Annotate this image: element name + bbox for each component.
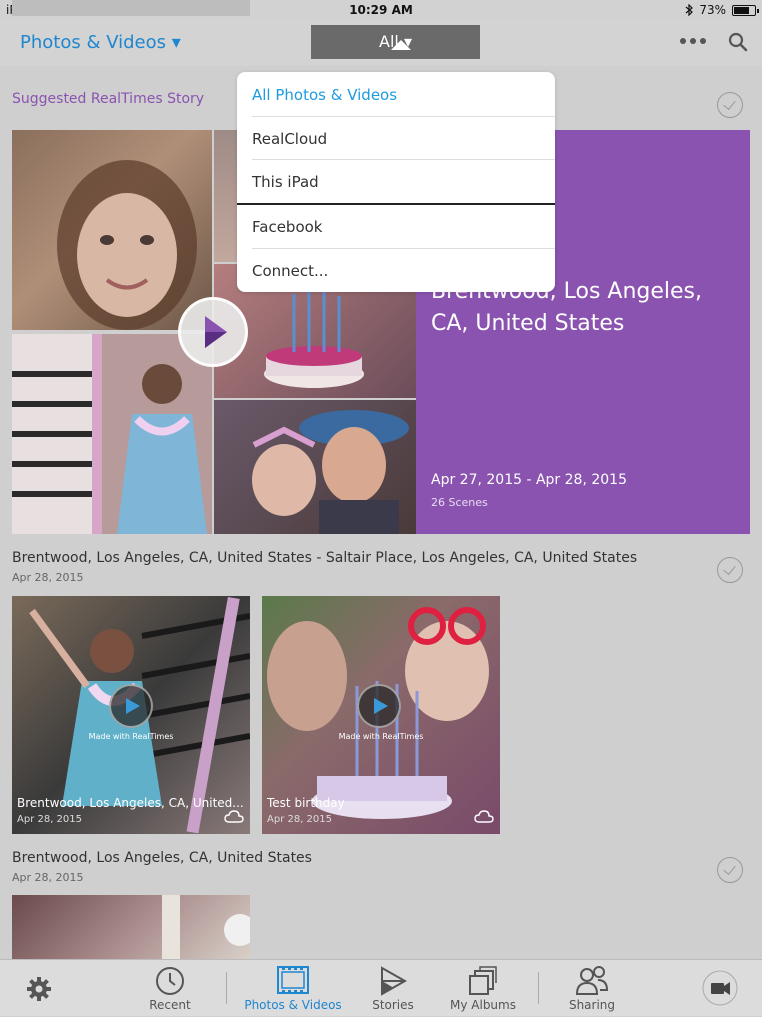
- stories-icon: [381, 966, 407, 996]
- tile-date: Apr 28, 2015: [17, 814, 83, 825]
- more-icon[interactable]: [680, 38, 706, 44]
- photo-tile[interactable]: [12, 895, 250, 959]
- tab-label: Stories: [372, 998, 414, 1012]
- partial-thumbnail: [12, 0, 250, 16]
- nav-title-button[interactable]: Photos & Videos ▾: [20, 32, 181, 53]
- tab-stories[interactable]: Stories: [358, 960, 428, 1017]
- tab-photos-videos[interactable]: Photos & Videos: [240, 960, 346, 1017]
- settings-tab[interactable]: [14, 960, 64, 1017]
- cloud-icon: [224, 810, 244, 823]
- dropdown-item-this-ipad[interactable]: This iPad: [252, 160, 555, 204]
- cloud-icon: [474, 810, 494, 823]
- dropdown-item-connect[interactable]: Connect...: [252, 249, 555, 293]
- battery-percent: 73%: [699, 3, 726, 17]
- dropdown-item-facebook[interactable]: Facebook: [252, 205, 555, 249]
- tab-label: Photos & Videos: [244, 998, 342, 1012]
- story-photo: [214, 400, 416, 534]
- video-tile[interactable]: Made with RealTimes Test birthday Apr 28…: [262, 596, 500, 834]
- video-tile[interactable]: Made with RealTimes Brentwood, Los Angel…: [12, 596, 250, 834]
- made-with-badge: Made with RealTimes: [88, 732, 174, 741]
- film-icon: [277, 966, 309, 994]
- clock-icon: [156, 967, 184, 995]
- tab-bar: Recent Photos & Videos Stories My Albums: [0, 959, 762, 1016]
- story-date-range: Apr 27, 2015 - Apr 28, 2015: [431, 472, 627, 488]
- bluetooth-icon: [685, 4, 694, 16]
- select-check-icon[interactable]: [717, 557, 743, 583]
- tab-recent[interactable]: Recent: [130, 960, 210, 1017]
- tile-play-button[interactable]: [109, 684, 153, 728]
- gear-icon: [27, 977, 51, 1001]
- source-dropdown: All Photos & Videos RealCloud This iPad …: [237, 72, 555, 292]
- group-title: Brentwood, Los Angeles, CA, United State…: [12, 850, 312, 866]
- select-check-icon[interactable]: [717, 857, 743, 883]
- group-title: Brentwood, Los Angeles, CA, United State…: [12, 550, 638, 566]
- dropdown-item-realcloud[interactable]: RealCloud: [252, 117, 555, 161]
- search-icon[interactable]: [728, 32, 748, 52]
- video-camera-icon: [702, 970, 738, 1006]
- tab-my-albums[interactable]: My Albums: [440, 960, 526, 1017]
- dropdown-caret: [391, 40, 411, 50]
- made-with-badge: Made with RealTimes: [338, 732, 424, 741]
- suggested-heading: Suggested RealTimes Story: [12, 91, 205, 107]
- tile-title: Brentwood, Los Angeles, CA, United...: [17, 796, 244, 810]
- tile-date: Apr 28, 2015: [267, 814, 333, 825]
- select-check-icon[interactable]: [717, 92, 743, 118]
- nav-bar: Photos & Videos ▾ All ▾: [0, 20, 762, 66]
- tab-divider: [538, 972, 539, 1004]
- tab-label: My Albums: [450, 998, 516, 1012]
- story-photo: [12, 334, 212, 534]
- albums-icon: [469, 966, 497, 995]
- story-scene-count: 26 Scenes: [431, 496, 488, 509]
- story-play-button[interactable]: [178, 297, 248, 367]
- camera-button[interactable]: [700, 960, 740, 1017]
- tab-label: Recent: [149, 998, 191, 1012]
- tile-play-button[interactable]: [357, 684, 401, 728]
- dropdown-item-all[interactable]: All Photos & Videos: [252, 73, 555, 117]
- battery-icon: [732, 4, 759, 16]
- group-date: Apr 28, 2015: [12, 871, 84, 884]
- tab-divider: [226, 972, 227, 1004]
- people-icon: [576, 966, 608, 995]
- tab-sharing[interactable]: Sharing: [555, 960, 629, 1017]
- tab-label: Sharing: [568, 998, 616, 1012]
- tile-title: Test birthday: [267, 796, 345, 810]
- group-date: Apr 28, 2015: [12, 571, 84, 584]
